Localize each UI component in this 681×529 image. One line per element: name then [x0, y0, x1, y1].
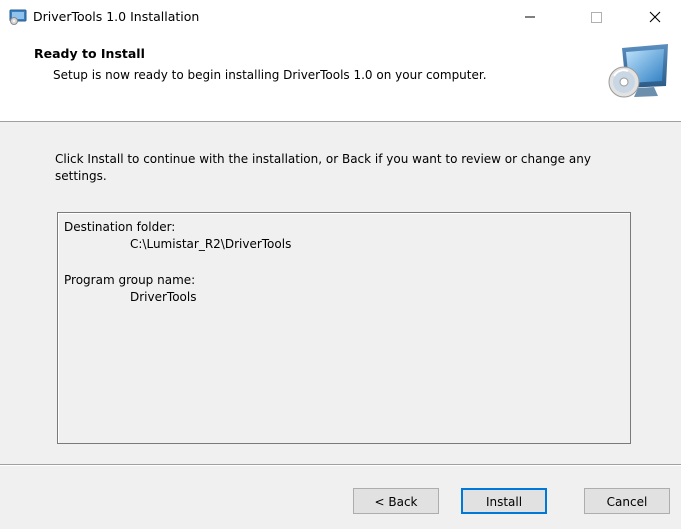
- window-title: DriverTools 1.0 Installation: [33, 9, 200, 24]
- maximize-button[interactable]: [565, 0, 611, 34]
- destination-folder-label: Destination folder:: [64, 220, 176, 234]
- program-group-value: DriverTools: [130, 290, 197, 304]
- page-title: Ready to Install: [34, 46, 145, 61]
- ready-memo-box[interactable]: Destination folder: C:\Lumistar_R2\Drive…: [57, 212, 631, 444]
- footer-divider: [0, 464, 681, 466]
- cancel-button[interactable]: Cancel: [584, 488, 670, 514]
- back-button[interactable]: < Back: [353, 488, 439, 514]
- install-button[interactable]: Install: [461, 488, 547, 514]
- destination-folder-value: C:\Lumistar_R2\DriverTools: [130, 237, 292, 251]
- minimize-icon: [525, 16, 535, 18]
- minimize-button[interactable]: [497, 0, 543, 34]
- close-button[interactable]: [633, 0, 679, 34]
- maximize-icon: [591, 12, 602, 23]
- installer-computer-icon: [9, 9, 27, 25]
- program-group-label: Program group name:: [64, 273, 196, 287]
- page-subtitle: Setup is now ready to begin installing D…: [53, 68, 487, 82]
- instructions-text: Click Install to continue with the insta…: [55, 152, 591, 183]
- computer-disc-icon: [608, 40, 672, 104]
- wizard-header: Ready to Install Setup is now ready to b…: [0, 34, 681, 122]
- close-icon: [649, 11, 661, 23]
- title-bar[interactable]: DriverTools 1.0 Installation: [0, 0, 681, 34]
